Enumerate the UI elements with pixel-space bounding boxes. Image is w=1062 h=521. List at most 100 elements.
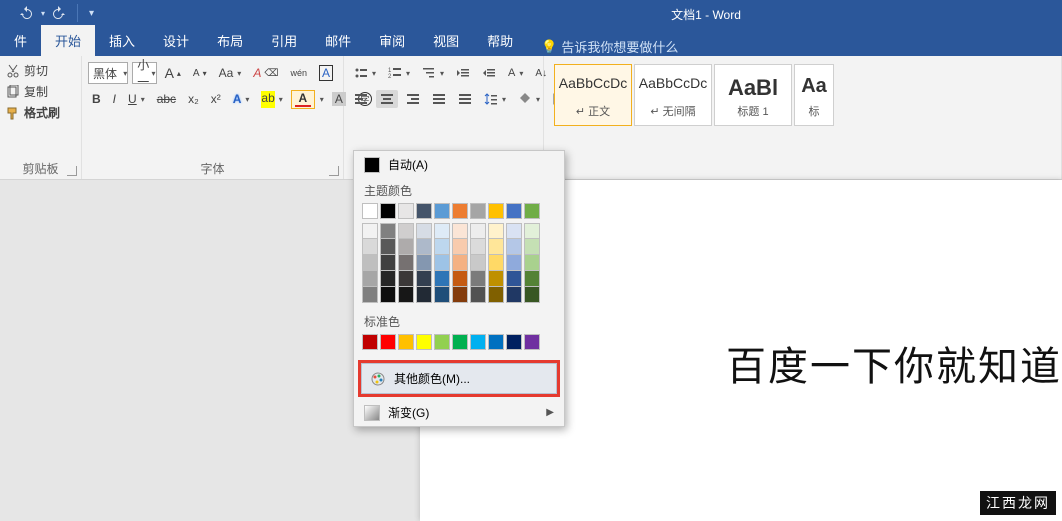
color-swatch[interactable] [416, 223, 432, 239]
increase-indent-button[interactable] [478, 64, 500, 82]
color-swatch[interactable] [434, 334, 450, 350]
color-swatch[interactable] [398, 223, 414, 239]
format-painter-button[interactable]: 格式刷 [6, 102, 75, 123]
color-swatch[interactable] [398, 239, 414, 255]
align-left-button[interactable] [350, 90, 372, 108]
color-swatch[interactable] [380, 287, 396, 303]
numbering-button[interactable]: 12▾ [384, 64, 414, 82]
bullets-button[interactable]: ▾ [350, 64, 380, 82]
superscript-button[interactable]: x² [207, 90, 225, 108]
font-size-combo[interactable]: 小一▾ [132, 62, 156, 84]
color-swatch[interactable] [380, 223, 396, 239]
color-swatch[interactable] [506, 334, 522, 350]
tab-file[interactable]: 件 [0, 25, 41, 56]
color-swatch[interactable] [416, 334, 432, 350]
color-swatch[interactable] [506, 271, 522, 287]
font-color-dropdown-icon[interactable]: ▾ [320, 95, 324, 104]
color-swatch[interactable] [416, 239, 432, 255]
color-auto-button[interactable]: 自动(A) [354, 151, 564, 178]
color-swatch[interactable] [416, 287, 432, 303]
style-heading2[interactable]: Aa 标 [794, 64, 834, 126]
color-swatch[interactable] [362, 334, 378, 350]
shrink-font-button[interactable]: A▾ [189, 66, 211, 81]
color-swatch[interactable] [398, 203, 414, 219]
grow-font-button[interactable]: A▴ [161, 63, 185, 83]
color-swatch[interactable] [398, 334, 414, 350]
style-no-spacing[interactable]: AaBbCcDc ↵ 无间隔 [634, 64, 712, 126]
color-swatch[interactable] [362, 203, 378, 219]
undo-dropdown-icon[interactable]: ▾ [41, 9, 45, 18]
underline-button[interactable]: U▾ [124, 90, 149, 108]
more-colors-button[interactable]: 其他颜色(M)... [361, 363, 557, 394]
color-swatch[interactable] [434, 239, 450, 255]
color-swatch[interactable] [452, 287, 468, 303]
italic-button[interactable]: I [109, 90, 120, 108]
tab-home[interactable]: 开始 [41, 25, 95, 56]
color-swatch[interactable] [398, 255, 414, 271]
color-swatch[interactable] [398, 271, 414, 287]
color-swatch[interactable] [362, 287, 378, 303]
copy-button[interactable]: 复制 [6, 81, 75, 102]
color-swatch[interactable] [506, 239, 522, 255]
color-swatch[interactable] [434, 287, 450, 303]
color-swatch[interactable] [380, 255, 396, 271]
color-swatch[interactable] [362, 223, 378, 239]
phonetic-guide-button[interactable]: wén [286, 66, 311, 80]
color-swatch[interactable] [524, 271, 540, 287]
color-swatch[interactable] [524, 287, 540, 303]
color-swatch[interactable] [524, 223, 540, 239]
document-text[interactable]: 百度一下你就知道 [726, 334, 1062, 392]
decrease-indent-button[interactable] [452, 64, 474, 82]
change-case-button[interactable]: Aa▾ [215, 64, 246, 82]
color-swatch[interactable] [470, 255, 486, 271]
color-swatch[interactable] [506, 223, 522, 239]
tell-me-search[interactable]: 💡 告诉我你想要做什么 [527, 37, 678, 56]
color-swatch[interactable] [452, 223, 468, 239]
tab-layout[interactable]: 布局 [203, 25, 257, 56]
clear-format-button[interactable]: A⌫ [249, 64, 282, 82]
color-swatch[interactable] [380, 334, 396, 350]
color-swatch[interactable] [416, 255, 432, 271]
style-normal[interactable]: AaBbCcDc ↵ 正文 [554, 64, 632, 126]
tab-review[interactable]: 审阅 [365, 25, 419, 56]
char-border-button[interactable]: A [315, 63, 337, 83]
text-effects-button[interactable]: A▾ [229, 90, 254, 108]
bold-button[interactable]: B [88, 90, 105, 108]
subscript-button[interactable]: x₂ [184, 90, 203, 108]
color-swatch[interactable] [470, 203, 486, 219]
color-swatch[interactable] [452, 203, 468, 219]
qat-customize-icon[interactable]: ▾ [89, 8, 94, 19]
color-swatch[interactable] [434, 255, 450, 271]
align-right-button[interactable] [402, 90, 424, 108]
color-swatch[interactable] [380, 203, 396, 219]
color-swatch[interactable] [362, 239, 378, 255]
color-swatch[interactable] [488, 223, 504, 239]
color-swatch[interactable] [380, 239, 396, 255]
color-swatch[interactable] [524, 334, 540, 350]
cut-button[interactable]: 剪切 [6, 60, 75, 81]
tab-references[interactable]: 引用 [257, 25, 311, 56]
color-swatch[interactable] [506, 287, 522, 303]
color-swatch[interactable] [488, 287, 504, 303]
tab-help[interactable]: 帮助 [473, 25, 527, 56]
redo-icon[interactable] [51, 5, 67, 21]
color-swatch[interactable] [470, 334, 486, 350]
distribute-button[interactable] [454, 90, 476, 108]
color-swatch[interactable] [434, 271, 450, 287]
multilevel-button[interactable]: ▾ [418, 64, 448, 82]
color-swatch[interactable] [452, 334, 468, 350]
color-swatch[interactable] [434, 203, 450, 219]
color-swatch[interactable] [506, 255, 522, 271]
highlight-button[interactable]: ab▾ [257, 89, 286, 110]
color-swatch[interactable] [470, 223, 486, 239]
line-spacing-button[interactable]: ▾ [480, 90, 510, 108]
tab-mailings[interactable]: 邮件 [311, 25, 365, 56]
color-swatch[interactable] [470, 271, 486, 287]
color-swatch[interactable] [488, 271, 504, 287]
undo-icon[interactable] [18, 5, 34, 21]
tab-design[interactable]: 设计 [149, 25, 203, 56]
strike-button[interactable]: abc [153, 90, 180, 108]
color-swatch[interactable] [452, 255, 468, 271]
justify-button[interactable] [428, 90, 450, 108]
color-swatch[interactable] [506, 203, 522, 219]
